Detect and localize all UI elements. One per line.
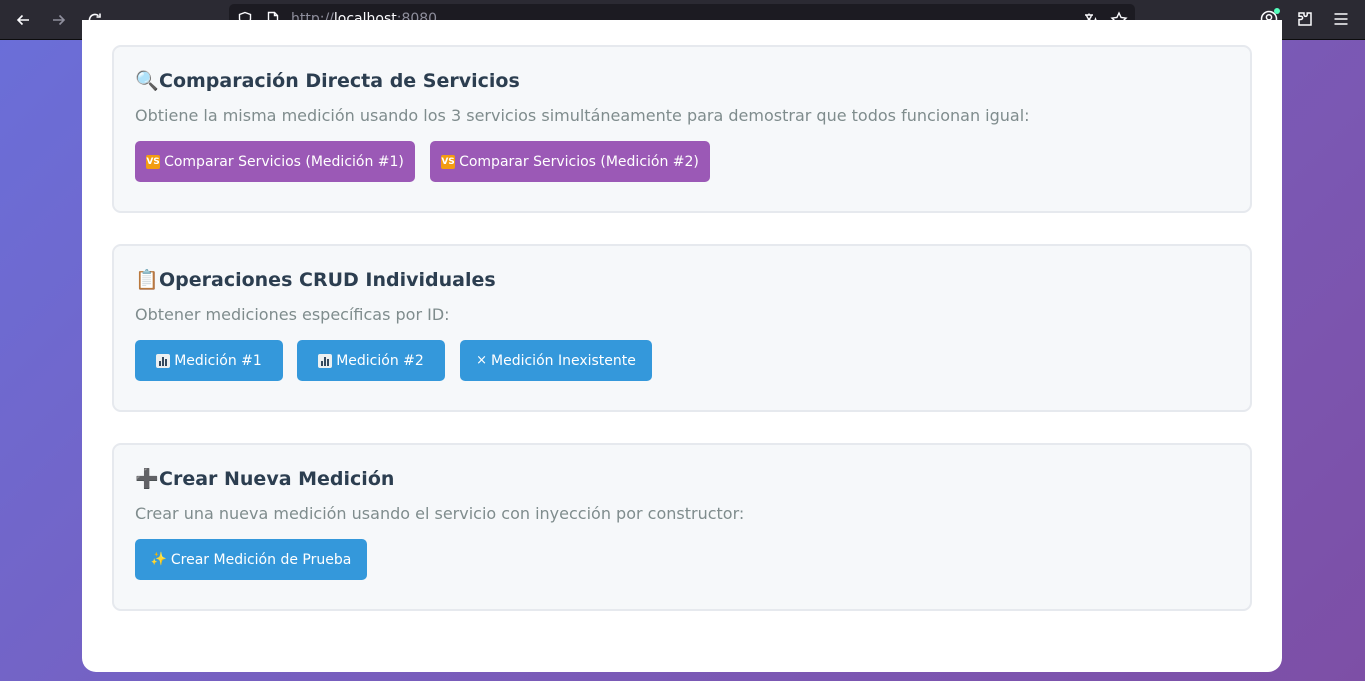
button-label: Medición #2 xyxy=(336,352,424,369)
compare-title-text: Comparación Directa de Servicios xyxy=(159,70,520,92)
compare-services-2-button[interactable]: VS Comparar Servicios (Medición #2) xyxy=(430,141,710,182)
button-label: Comparar Servicios (Medición #1) xyxy=(164,153,404,170)
account-notification-dot xyxy=(1274,8,1280,14)
button-label: Medición Inexistente xyxy=(491,352,636,369)
button-label: Medición #1 xyxy=(174,352,262,369)
page-card: 🔍Comparación Directa de Servicios Obtien… xyxy=(82,20,1282,672)
create-section: ➕Crear Nueva Medición Crear una nueva me… xyxy=(112,443,1252,611)
compare-section: 🔍Comparación Directa de Servicios Obtien… xyxy=(112,45,1252,213)
bar-chart-icon xyxy=(156,353,171,368)
sparkles-icon: ✨ xyxy=(150,552,167,567)
section-title: 🔍Comparación Directa de Servicios xyxy=(135,69,520,92)
crear-medicion-button[interactable]: ✨ Crear Medición de Prueba xyxy=(135,539,367,580)
magnifier-icon: 🔍 xyxy=(135,70,159,92)
menu-icon[interactable] xyxy=(1330,8,1352,30)
back-icon[interactable] xyxy=(9,6,37,34)
section-title: ➕Crear Nueva Medición xyxy=(135,467,394,490)
forward-icon[interactable] xyxy=(45,6,73,34)
x-icon: × xyxy=(476,353,488,368)
clipboard-icon: 📋 xyxy=(135,269,159,291)
section-description: Obtener mediciones específicas por ID: xyxy=(135,305,450,324)
plus-icon: ➕ xyxy=(135,468,159,490)
create-title-text: Crear Nueva Medición xyxy=(159,468,395,490)
section-description: Crear una nueva medición usando el servi… xyxy=(135,504,745,523)
vs-icon: VS xyxy=(441,154,456,169)
medicion-inexistente-button[interactable]: × Medición Inexistente xyxy=(460,340,652,381)
button-label: Crear Medición de Prueba xyxy=(170,551,352,568)
bar-chart-icon xyxy=(318,353,333,368)
crud-section: 📋Operaciones CRUD Individuales Obtener m… xyxy=(112,244,1252,412)
button-label: Comparar Servicios (Medición #2) xyxy=(459,153,699,170)
compare-services-1-button[interactable]: VS Comparar Servicios (Medición #1) xyxy=(135,141,415,182)
crud-title-text: Operaciones CRUD Individuales xyxy=(159,269,496,291)
medicion-1-button[interactable]: Medición #1 xyxy=(135,340,283,381)
section-description: Obtiene la misma medición usando los 3 s… xyxy=(135,106,1030,125)
section-title: 📋Operaciones CRUD Individuales xyxy=(135,268,496,291)
extensions-icon[interactable] xyxy=(1294,8,1316,30)
medicion-2-button[interactable]: Medición #2 xyxy=(297,340,445,381)
vs-icon: VS xyxy=(146,154,161,169)
